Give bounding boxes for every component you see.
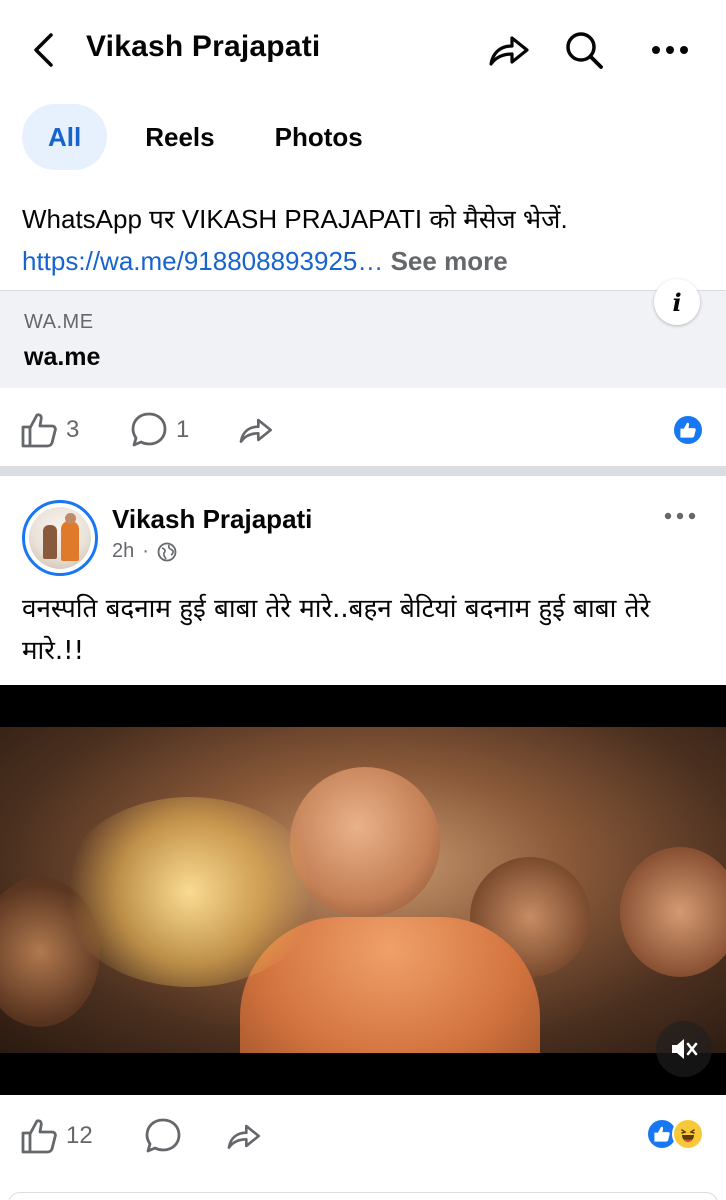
post-actions: 12 (0, 1106, 726, 1166)
post-text: WhatsApp पर VIKASH PRAJAPATI को मैसेज भे… (22, 198, 712, 282)
reaction-summary[interactable] (672, 414, 704, 446)
see-more-link[interactable]: See more (391, 246, 508, 276)
filter-tabs: All Reels Photos (22, 104, 363, 170)
more-button[interactable] (642, 22, 698, 78)
more-dots-icon (664, 512, 696, 520)
mute-button[interactable] (656, 1021, 712, 1077)
video-player[interactable] (0, 685, 726, 1095)
share-arrow-icon (239, 418, 273, 443)
more-dots-icon (652, 46, 688, 54)
link-preview-card[interactable]: WA.ME wa.me i (0, 279, 726, 388)
share-button[interactable] (480, 22, 536, 78)
info-icon[interactable]: i (654, 279, 700, 325)
post-divider (0, 466, 726, 476)
share-arrow-icon (489, 36, 529, 66)
avatar[interactable] (22, 500, 98, 576)
comment-button[interactable]: 1 (130, 400, 189, 460)
like-button[interactable]: 12 (20, 1106, 93, 1166)
like-reaction-icon (672, 414, 704, 446)
share-arrow-icon (227, 1124, 261, 1149)
post-time: 2h (112, 540, 135, 562)
meta-separator: · (142, 540, 149, 562)
reaction-summary[interactable] (646, 1118, 704, 1150)
like-count: 12 (66, 1122, 93, 1149)
search-icon (566, 32, 603, 69)
share-button[interactable] (236, 400, 274, 460)
whatsapp-link[interactable]: https://wa.me/918808893925… (22, 246, 383, 276)
comment-icon (131, 412, 167, 447)
thumbs-up-icon (21, 1119, 57, 1154)
tab-reels[interactable]: Reels (145, 104, 214, 170)
post-actions: 3 1 (0, 400, 726, 460)
thumbs-up-icon (21, 413, 57, 448)
post-caption: वनस्पति बदनाम हुई बाबा तेरे मारे..बहन बे… (22, 594, 651, 666)
post-text-body: WhatsApp पर VIKASH PRAJAPATI को मैसेज भे… (22, 204, 568, 234)
page-title: Vikash Prajapati (86, 30, 321, 63)
back-button[interactable] (22, 24, 66, 76)
like-button[interactable]: 3 (20, 400, 79, 460)
tab-photos[interactable]: Photos (275, 104, 363, 170)
like-count: 3 (66, 416, 80, 443)
comment-icon (145, 1118, 181, 1153)
chevron-left-icon (34, 33, 53, 67)
post-options-button[interactable] (658, 500, 702, 532)
search-button[interactable] (556, 22, 612, 78)
speaker-muted-icon (672, 1039, 698, 1059)
haha-reaction-icon (672, 1118, 704, 1150)
next-post-card (8, 1192, 718, 1200)
comment-count: 1 (176, 416, 190, 443)
avatar-image (29, 507, 91, 569)
post-meta: 2h · (112, 540, 177, 563)
video-frame (0, 727, 726, 1053)
comment-button[interactable] (144, 1106, 182, 1166)
share-button[interactable] (224, 1106, 262, 1166)
top-bar: Vikash Prajapati (0, 0, 726, 100)
link-title: wa.me (24, 343, 101, 371)
tab-all[interactable]: All (22, 104, 108, 170)
link-domain: WA.ME (24, 311, 94, 333)
globe-icon (157, 542, 177, 561)
post-author[interactable]: Vikash Prajapati (112, 504, 312, 535)
